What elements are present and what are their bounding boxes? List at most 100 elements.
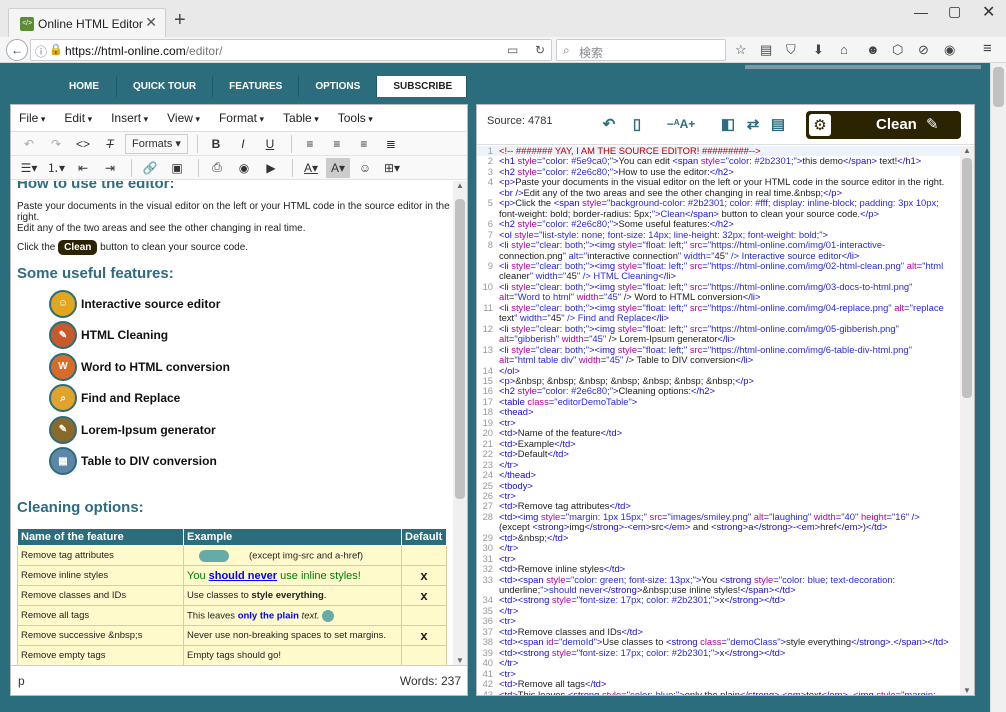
code-line[interactable]: 21 <td>Example</td> (477, 438, 960, 449)
underline-icon[interactable]: U (258, 134, 282, 154)
indent-icon[interactable]: ⇥ (98, 158, 122, 178)
emoticon-icon[interactable]: ☺ (353, 158, 377, 178)
code-line[interactable]: 1 <!-- ####### YAY, I AM THE SOURCE EDITO… (477, 146, 960, 157)
code-line[interactable]: 28 <td><img style="margin: 1px 15px;" src… (477, 511, 960, 522)
code-line[interactable]: 36 <tr> (477, 615, 960, 626)
nav-subscribe[interactable]: SUBSCRIBE (377, 76, 468, 97)
new-tab-icon[interactable]: + (174, 9, 186, 32)
code-line[interactable]: underline;">should never</strong>&nbsp;u… (477, 585, 960, 595)
print-icon[interactable]: ⎙ (205, 158, 229, 178)
code-line[interactable]: 37 <td>Remove classes and IDs</td> (477, 626, 960, 637)
maximize-icon[interactable]: ▢ (948, 3, 961, 20)
code-line[interactable]: alt="Word to html" width="45" /> Word to… (477, 292, 960, 302)
code-line[interactable]: 7 <ol style="list-style: none; font-size:… (477, 229, 960, 240)
nav-quick-tour[interactable]: QUICK TOUR (117, 76, 214, 97)
nav-options[interactable]: OPTIONS (299, 76, 378, 97)
code-line[interactable]: (except <strong>img</strong>-<em>src</em… (477, 522, 960, 532)
code-line[interactable]: 19 <tr> (477, 417, 960, 428)
menu-view[interactable]: View (167, 111, 200, 125)
pocket-icon[interactable]: ⛉ (786, 42, 796, 58)
code-line[interactable]: 42 <td>Remove all tags</td> (477, 678, 960, 689)
gear-icon[interactable]: ⚙ (809, 114, 831, 136)
document-icon[interactable]: ▯ (627, 114, 647, 134)
extension-face-icon[interactable]: ☻ (866, 42, 880, 57)
code-line[interactable]: 32 <td>Remove inline styles</td> (477, 563, 960, 574)
adblock-icon[interactable]: ◉ (944, 42, 955, 58)
clean-button[interactable]: ⚙ Clean ✎ (806, 111, 961, 139)
code-line[interactable]: 30 </tr> (477, 542, 960, 553)
text-color-icon[interactable]: A▾ (299, 158, 323, 178)
code-line[interactable]: 11 <li style="clear: both;"><img style="f… (477, 302, 960, 313)
undo-icon[interactable]: ↶ (17, 134, 41, 154)
align-center-icon[interactable]: ≡ (325, 134, 349, 154)
hamburger-menu-icon[interactable]: ≡ (983, 40, 992, 57)
link-icon[interactable]: 🔗 (138, 158, 162, 178)
outdent-icon[interactable]: ⇤ (71, 158, 95, 178)
code-line[interactable]: cleaner" width="45" /> HTML Cleaning</li… (477, 271, 960, 281)
home-icon[interactable]: ⌂ (840, 42, 848, 57)
element-path[interactable]: p (18, 674, 25, 688)
code-line[interactable]: 22 <td>Default</td> (477, 448, 960, 459)
code-line[interactable]: 17 <table class="editorDemoTable"> (477, 396, 960, 407)
swap-icon[interactable]: ⇄ (743, 114, 763, 134)
clear-formatting-icon[interactable]: T (98, 134, 122, 154)
code-line[interactable]: 26 <tr> (477, 490, 960, 501)
menu-table[interactable]: Table (283, 111, 319, 125)
code-line[interactable]: 12 <li style="clear: both;"><img style="f… (477, 323, 960, 334)
code-line[interactable]: alt="gibberish" width="45" /> Lorem-Ipsu… (477, 334, 960, 344)
code-line[interactable]: 38 <td><span id="demoId">Use classes to <… (477, 636, 960, 647)
panel-icon[interactable]: ◧ (718, 114, 738, 134)
code-line[interactable]: 34 <td><strong style="font-size: 17px; co… (477, 595, 960, 606)
bookmark-star-icon[interactable]: ☆ (735, 42, 747, 58)
menu-file[interactable]: File (19, 111, 45, 125)
url-bar[interactable]: ⓘ 🔒 https://html-online.com/editor/ ▭ ↻ (30, 39, 552, 61)
media-icon[interactable]: ▶ (259, 158, 283, 178)
code-line[interactable]: connection.png" alt="interactive connect… (477, 251, 960, 261)
code-line[interactable]: 8 <li style="clear: both;"><img style="fl… (477, 239, 960, 250)
extension-box-icon[interactable]: ⬡ (892, 42, 903, 58)
editor-scrollbar[interactable]: ▲ ▼ (453, 181, 467, 665)
code-line[interactable]: 20 <td>Name of the feature</td> (477, 427, 960, 438)
window-close-icon[interactable]: ✕ (982, 2, 995, 22)
notes-icon[interactable]: ▤ (768, 114, 788, 134)
nav-features[interactable]: FEATURES (213, 76, 300, 97)
code-line[interactable]: 14 </ol> (477, 365, 960, 376)
image-icon[interactable]: ▣ (165, 158, 189, 178)
code-line[interactable]: 6 <h2 style="color: #2e6c80;">Some useful… (477, 218, 960, 229)
bold-icon[interactable]: B (204, 134, 228, 154)
menu-format[interactable]: Format (219, 111, 264, 125)
code-line[interactable]: 10 <li style="clear: both;"><img style="f… (477, 281, 960, 292)
search-box[interactable]: ⌕ 検索 (556, 39, 726, 61)
code-line[interactable]: 3 <h2 style="color: #2e6c80;">How to use … (477, 166, 960, 177)
menu-insert[interactable]: Insert (111, 111, 148, 125)
reload-icon[interactable]: ↻ (535, 43, 545, 57)
redo-icon[interactable]: ↷ (44, 134, 68, 154)
code-line[interactable]: 5 <p>Click the <span style="background-co… (477, 197, 960, 208)
code-line[interactable]: 24 </thead> (477, 469, 960, 480)
code-line[interactable]: 35 </tr> (477, 605, 960, 616)
code-line[interactable]: 18 <thead> (477, 406, 960, 417)
numbered-list-icon[interactable]: ⒈▾ (44, 158, 68, 178)
code-line[interactable]: 25 <tbody> (477, 480, 960, 491)
code-line[interactable]: text" width="45" /> Find and Replace</li… (477, 313, 960, 323)
code-icon[interactable]: <> (71, 134, 95, 154)
code-line[interactable]: 40 </tr> (477, 657, 960, 668)
back-arrow-icon[interactable]: ← (6, 39, 28, 61)
code-line[interactable]: 13 <li style="clear: both;"><img style="f… (477, 344, 960, 355)
table-grid-icon[interactable]: ⊞▾ (380, 158, 404, 178)
code-line[interactable]: 41 <tr> (477, 668, 960, 679)
reading-list-icon[interactable]: ▤ (760, 42, 772, 58)
font-size-icon[interactable]: −ᴬA+ (658, 114, 704, 134)
align-justify-icon[interactable]: ≣ (379, 134, 403, 154)
formats-dropdown[interactable]: Formats ▾ (125, 133, 188, 154)
background-color-icon[interactable]: A▾ (326, 157, 350, 178)
code-line[interactable]: 33 <td><span style="color: green; font-si… (477, 574, 960, 585)
code-line[interactable]: 9 <li style="clear: both;"><img style="fl… (477, 260, 960, 271)
menu-tools[interactable]: Tools (338, 111, 373, 125)
info-icon[interactable]: ⓘ (35, 43, 47, 60)
minimize-icon[interactable]: — (914, 4, 928, 20)
code-line[interactable]: 15 <p>&nbsp; &nbsp; &nbsp; &nbsp; &nbsp; … (477, 375, 960, 386)
browser-tab[interactable]: </> Online HTML Editor ✕ (8, 8, 166, 37)
align-right-icon[interactable]: ≡ (352, 134, 376, 154)
download-icon[interactable]: ⬇ (813, 42, 824, 58)
